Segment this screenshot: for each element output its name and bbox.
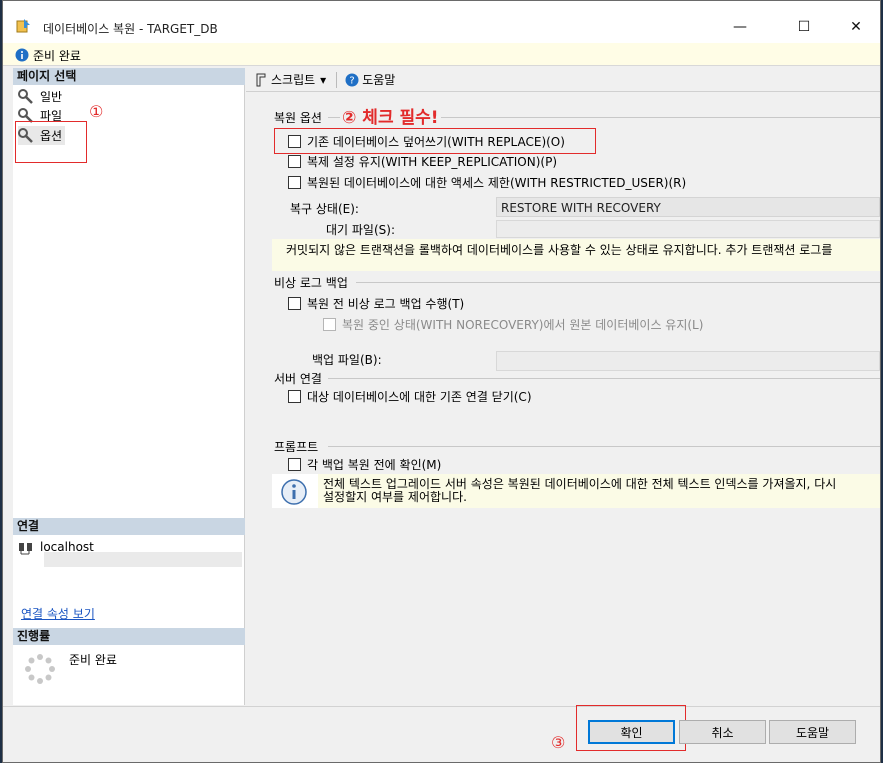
restricted-user-checkbox[interactable]: 복원된 데이터베이스에 대한 액세스 제한(WITH RESTRICTED_US…	[288, 174, 686, 191]
cancel-button[interactable]: 취소	[679, 720, 766, 744]
recovery-note-text: 커밋되지 않은 트랜잭션을 롤백하여 데이터베이스를 사용할 수 있는 상태로 …	[286, 243, 833, 257]
help-button[interactable]: 도움말	[769, 720, 856, 744]
progress-header: 진행률	[13, 628, 245, 645]
maximize-button[interactable]: ☐	[781, 11, 827, 43]
chevron-down-icon: ▾	[320, 72, 327, 87]
dialog-button-bar: ③ 확인 취소 도움말	[3, 705, 880, 762]
recovery-state-select[interactable]: RESTORE WITH RECOVERY	[496, 197, 880, 217]
backup-file-input	[496, 351, 880, 371]
tail-log-group: 비상 로그 백업	[274, 276, 348, 290]
progress-status: 준비 완료	[69, 653, 117, 667]
title-bar: 데이터베이스 복원 - TARGET_DB — ☐ ✕	[3, 1, 880, 43]
standby-file-label: 대기 파일(S):	[326, 223, 395, 237]
script-label: 스크립트	[271, 73, 316, 87]
close-connections-label: 대상 데이터베이스에 대한 기존 연결 닫기(C)	[307, 390, 532, 404]
keep-replication-checkbox[interactable]: 복제 설정 유지(WITH KEEP_REPLICATION)(P)	[288, 153, 557, 170]
group-divider	[356, 282, 880, 283]
restricted-user-label: 복원된 데이터베이스에 대한 액세스 제한(WITH RESTRICTED_US…	[307, 176, 687, 190]
restricted-user-check[interactable]	[288, 176, 301, 189]
annotation-two: ② 체크 필수!	[340, 103, 441, 128]
recovery-note: 커밋되지 않은 트랜잭션을 롤백하여 데이터베이스를 사용할 수 있는 상태로 …	[272, 239, 880, 271]
prompt-before-checkbox[interactable]: 각 백업 복원 전에 확인(M)	[288, 456, 441, 473]
restore-options-group: 복원 옵션	[274, 111, 322, 125]
keep-replication-label: 복제 설정 유지(WITH KEEP_REPLICATION)(P)	[307, 155, 558, 169]
annotation-one: ①	[89, 102, 104, 121]
prompt-group: 프롬프트	[274, 440, 319, 454]
left-panel: 페이지 선택 일반 파일 옵션 ① 연결 localhost 연결 속성 보기 …	[13, 68, 245, 705]
tail-log-label: 복원 전 비상 로그 백업 수행(T)	[307, 297, 465, 311]
right-panel: 스크립트 ▾ ? 도움말 복원 옵션 ② 체크 필수! 기존 데이터베이스 덮어…	[246, 68, 880, 705]
wrench-icon	[18, 88, 33, 104]
script-icon	[256, 73, 266, 86]
ready-status-bar: 준비 완료	[3, 43, 880, 66]
norecovery-check	[323, 318, 336, 331]
view-connection-properties-link[interactable]: 연결 속성 보기	[21, 605, 95, 622]
standby-file-input	[496, 220, 880, 238]
help-toolbar-label: 도움말	[362, 73, 396, 87]
script-button[interactable]: 스크립트 ▾	[254, 71, 326, 88]
prompt-before-check[interactable]	[288, 458, 301, 471]
toolbar-separator	[336, 71, 338, 88]
window-title: 데이터베이스 복원 - TARGET_DB	[43, 22, 218, 36]
toolbar: 스크립트 ▾ ? 도움말	[246, 68, 880, 92]
backup-file-label: 백업 파일(B):	[312, 353, 382, 367]
progress-spinner-icon	[25, 654, 55, 684]
tail-log-checkbox[interactable]: 복원 전 비상 로그 백업 수행(T)	[288, 295, 464, 312]
fulltext-info-box: 전체 텍스트 업그레이드 서버 속성은 복원된 데이터베이스에 대한 전체 텍스…	[272, 474, 880, 508]
help-icon: ?	[345, 73, 359, 86]
annotation-box-options	[15, 121, 87, 163]
norecovery-checkbox: 복원 중인 상태(WITH NORECOVERY)에서 원본 데이터베이스 유지…	[323, 316, 703, 333]
fulltext-info-text-2: 설정할지 여부를 제어합니다.	[323, 490, 467, 504]
page-general[interactable]: 일반	[18, 87, 62, 106]
tail-log-check[interactable]	[288, 297, 301, 310]
info-icon	[281, 479, 307, 505]
close-connections-check[interactable]	[288, 390, 301, 403]
group-divider	[328, 446, 880, 447]
page-select-header: 페이지 선택	[13, 68, 245, 85]
server-connection-icon	[19, 542, 32, 554]
options-content: 복원 옵션 ② 체크 필수! 기존 데이터베이스 덮어쓰기(WITH REPLA…	[246, 93, 880, 705]
database-restore-icon	[16, 19, 30, 33]
annotation-box-overwrite	[274, 128, 596, 154]
close-connections-checkbox[interactable]: 대상 데이터베이스에 대한 기존 연결 닫기(C)	[288, 388, 532, 405]
norecovery-label: 복원 중인 상태(WITH NORECOVERY)에서 원본 데이터베이스 유지…	[342, 318, 704, 332]
info-icon-bg	[272, 474, 318, 508]
info-icon	[15, 48, 29, 62]
group-divider	[328, 378, 880, 379]
prompt-before-label: 각 백업 복원 전에 확인(M)	[307, 458, 442, 472]
recovery-state-label: 복구 상태(E):	[290, 202, 359, 216]
status-text: 준비 완료	[33, 49, 81, 63]
server-connections-group: 서버 연결	[274, 372, 322, 386]
connection-header: 연결	[13, 518, 245, 535]
restore-database-window: 데이터베이스 복원 - TARGET_DB — ☐ ✕ 준비 완료 페이지 선택…	[2, 0, 881, 763]
connection-detail-bar	[44, 552, 242, 567]
minimize-button[interactable]: —	[717, 11, 763, 43]
svg-text:?: ?	[350, 75, 355, 86]
ok-button[interactable]: 확인	[588, 720, 675, 744]
help-toolbar-button[interactable]: ? 도움말	[345, 71, 395, 88]
close-button[interactable]: ✕	[833, 11, 879, 43]
page-general-label: 일반	[40, 90, 63, 104]
annotation-three: ③	[551, 733, 566, 752]
keep-replication-check[interactable]	[288, 155, 301, 168]
